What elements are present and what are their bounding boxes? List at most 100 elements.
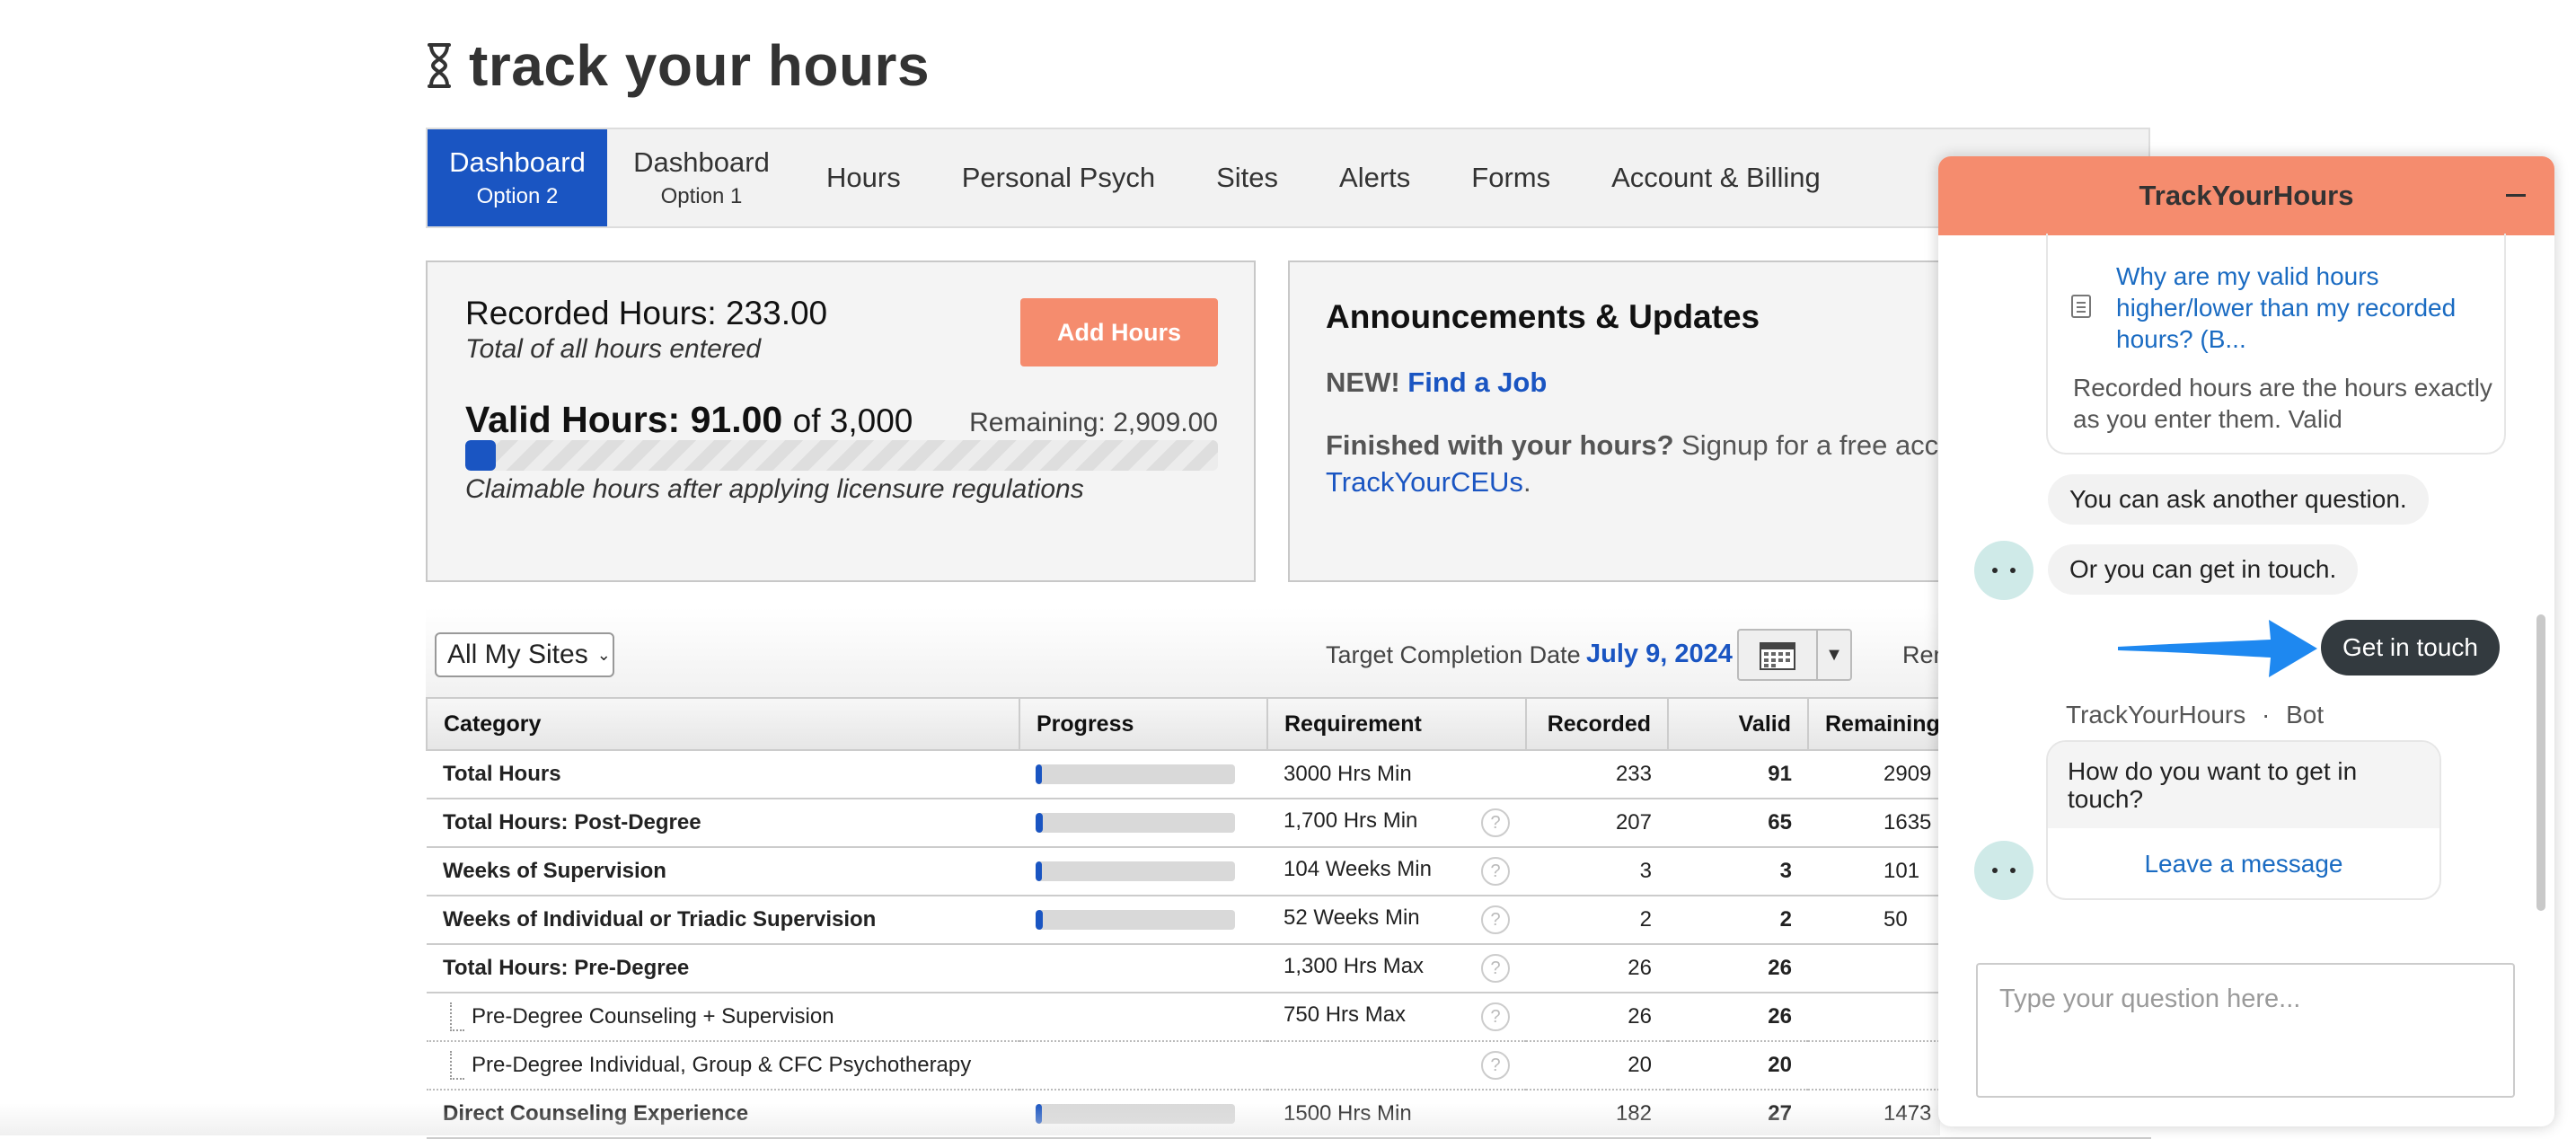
announcements-title: Announcements & Updates xyxy=(1326,298,1760,335)
cell-valid: 2 xyxy=(1668,896,1808,945)
separator: · xyxy=(2262,701,2271,728)
valid-hours-caption: Claimable hours after applying licensure… xyxy=(465,474,1084,504)
recorded-hours: Recorded Hours: 233.00 xyxy=(465,295,828,331)
cell-recorded: 3 xyxy=(1526,847,1668,896)
bot-avatar xyxy=(1974,841,2033,900)
chat-question-input[interactable] xyxy=(1976,963,2515,1098)
find-a-job-link[interactable]: Find a Job xyxy=(1407,366,1547,398)
main-nav: Dashboard Option 2 Dashboard Option 1 Ho… xyxy=(426,128,2150,228)
finished-heading: Finished with your hours? xyxy=(1326,429,1674,461)
cell-progress xyxy=(1019,750,1267,799)
table-row[interactable]: Total Hours: Post-Degree 1,700 Hrs Min? 20… xyxy=(427,799,2151,848)
cell-recorded: 26 xyxy=(1526,944,1668,993)
add-hours-button[interactable]: Add Hours xyxy=(1020,298,1218,366)
table-row[interactable]: Total Hours 3000 Hrs Min 233 91 2909 xyxy=(427,750,2151,799)
caret-down-icon[interactable]: ▼ xyxy=(1818,631,1850,679)
tab-dashboard-option-2[interactable]: Dashboard Option 2 xyxy=(428,129,607,226)
tab-sublabel: Option 1 xyxy=(660,184,743,208)
table-row[interactable]: Weeks of Individual or Triadic Supervisi… xyxy=(427,896,2151,945)
table-row[interactable]: Direct Counseling Experience 1500 Hrs Min… xyxy=(427,1090,2151,1139)
trackyourceus-link[interactable]: TrackYourCEUs xyxy=(1326,466,1523,498)
help-icon[interactable]: ? xyxy=(1481,954,1510,983)
contact-options-card: How do you want to get in touch? Leave a… xyxy=(2046,740,2441,900)
finished-end: . xyxy=(1522,465,1531,498)
table-row[interactable]: Weeks of Supervision 104 Weeks Min? 3 3 101 xyxy=(427,847,2151,896)
row-progress-fill xyxy=(1036,1104,1042,1124)
cell-requirement: 3000 Hrs Min xyxy=(1267,750,1526,799)
document-icon xyxy=(2071,295,2091,318)
header-valid[interactable]: Valid xyxy=(1667,697,1809,751)
logo[interactable]: track your hours xyxy=(426,34,930,97)
tab-forms[interactable]: Forms xyxy=(1441,129,1581,226)
cell-category: Weeks of Individual or Triadic Supervisi… xyxy=(427,896,1019,945)
cell-progress xyxy=(1019,896,1267,945)
valid-hours-progress-fill xyxy=(465,440,496,471)
cell-category: Total Hours xyxy=(427,750,1019,799)
cell-recorded: 207 xyxy=(1526,799,1668,848)
bot-name-line: TrackYourHours · Bot xyxy=(2066,701,2324,729)
cell-valid: 26 xyxy=(1668,993,1808,1042)
help-icon[interactable]: ? xyxy=(1481,1051,1510,1080)
cell-recorded: 182 xyxy=(1526,1090,1668,1139)
article-suggestion-card[interactable]: Why are my valid hours higher/lower than… xyxy=(2046,234,2506,455)
help-icon[interactable]: ? xyxy=(1481,1002,1510,1031)
target-date-value[interactable]: July 9, 2024 xyxy=(1586,640,1733,669)
tab-account-billing[interactable]: Account & Billing xyxy=(1581,129,1851,226)
requirement-text: 1,700 Hrs Min xyxy=(1284,808,1418,833)
table-row[interactable]: Pre-Degree Individual, Group & CFC Psych… xyxy=(427,1041,2151,1090)
get-in-touch-button[interactable]: Get in touch xyxy=(2321,620,2500,675)
cell-requirement: ? xyxy=(1267,1041,1526,1090)
tab-alerts[interactable]: Alerts xyxy=(1309,129,1441,226)
valid-hours-total: of 3,000 xyxy=(792,402,913,439)
table-row[interactable]: Total Hours: Pre-Degree 1,300 Hrs Max? 26 2… xyxy=(427,944,2151,993)
help-icon[interactable]: ? xyxy=(1481,905,1510,934)
article-snippet: Recorded hours are the hours exactly as … xyxy=(2073,374,2492,433)
site-select[interactable]: All My Sites ⌄ xyxy=(435,632,614,677)
minimize-icon[interactable] xyxy=(2506,183,2527,207)
row-progress-fill xyxy=(1036,910,1044,930)
tab-dashboard-option-1[interactable]: Dashboard Option 1 xyxy=(607,129,796,226)
requirement-text: 104 Weeks Min xyxy=(1284,857,1432,881)
new-tag: NEW! xyxy=(1326,366,1400,398)
table-body: Total Hours 3000 Hrs Min 233 91 2909 Total Ho… xyxy=(427,750,2151,1139)
tab-personal-psych[interactable]: Personal Psych xyxy=(931,129,1186,226)
chat-scrollbar[interactable] xyxy=(2536,614,2545,911)
bot-message: You can ask another question. xyxy=(2048,474,2429,525)
row-progress-fill xyxy=(1036,861,1042,881)
cell-valid: 26 xyxy=(1668,944,1808,993)
cell-valid: 20 xyxy=(1668,1041,1808,1090)
help-icon[interactable]: ? xyxy=(1481,857,1510,886)
requirement-text: 1500 Hrs Min xyxy=(1284,1101,1412,1126)
header-progress[interactable]: Progress xyxy=(1019,697,1268,751)
chat-widget: TrackYourHours Why are my valid hours hi… xyxy=(1938,156,2554,1126)
announcements-panel: Announcements & Updates NEW! Find a Job … xyxy=(1288,260,1971,582)
remaining-hours: Remaining: 2,909.00 xyxy=(969,408,1218,437)
finished-text: Signup for a free accou xyxy=(1681,429,1970,461)
leave-message-button[interactable]: Leave a message xyxy=(2048,828,2439,898)
header-requirement[interactable]: Requirement xyxy=(1266,697,1527,751)
article-link[interactable]: Why are my valid hours higher/lower than… xyxy=(2116,260,2493,355)
cell-recorded: 233 xyxy=(1526,750,1668,799)
hours-table: Category Progress Requirement Recorded V… xyxy=(426,697,2152,1139)
recorded-hours-caption: Total of all hours entered xyxy=(465,334,762,364)
requirement-text: 52 Weeks Min xyxy=(1284,905,1420,930)
cell-category: Weeks of Supervision xyxy=(427,847,1019,896)
tab-sites[interactable]: Sites xyxy=(1186,129,1309,226)
row-progress-fill xyxy=(1036,813,1044,833)
cell-progress xyxy=(1019,944,1267,993)
header-category[interactable]: Category xyxy=(426,697,1020,751)
help-icon[interactable]: ? xyxy=(1481,808,1510,837)
table-row[interactable]: Pre-Degree Counseling + Supervision 750 H… xyxy=(427,993,2151,1042)
cell-recorded: 2 xyxy=(1526,896,1668,945)
cell-valid: 65 xyxy=(1668,799,1808,848)
header-recorded[interactable]: Recorded xyxy=(1525,697,1669,751)
date-picker-button[interactable]: ▼ xyxy=(1737,629,1852,681)
tab-hours[interactable]: Hours xyxy=(796,129,931,226)
row-progress-bar xyxy=(1036,910,1235,930)
bot-name: TrackYourHours xyxy=(2066,701,2246,728)
cell-requirement: 1500 Hrs Min xyxy=(1267,1090,1526,1139)
calendar-icon[interactable] xyxy=(1739,631,1818,679)
cell-progress xyxy=(1019,993,1267,1042)
announcement-new-job: NEW! Find a Job xyxy=(1326,366,1547,399)
tab-sublabel: Option 2 xyxy=(476,184,559,208)
